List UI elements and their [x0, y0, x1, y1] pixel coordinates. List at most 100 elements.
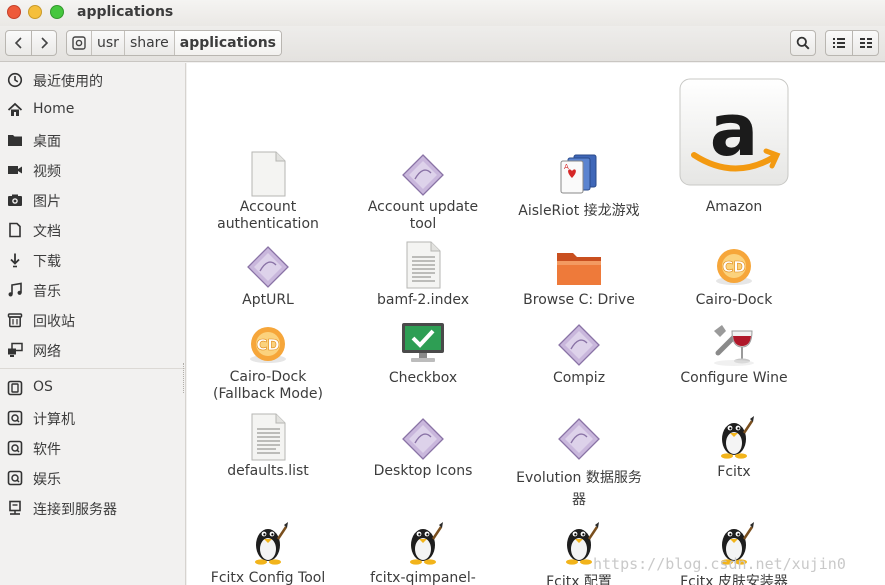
sidebar-item-computer[interactable]: 计算机: [0, 405, 185, 431]
file-label: Fcitx 配置: [546, 574, 612, 585]
sidebar-item-label: 视频: [33, 164, 61, 180]
file-item-cairo-dock-fallback[interactable]: CD Cairo-Dock (Fallback Mode): [193, 321, 343, 405]
server-icon: [7, 500, 23, 516]
file-item-cairo-dock[interactable]: CD Cairo-Dock: [659, 243, 809, 311]
file-label: defaults.list: [227, 463, 309, 479]
file-label: bamf-2.index: [377, 292, 469, 308]
file-item-configure-wine[interactable]: Configure Wine: [659, 319, 809, 387]
chevron-right-icon: [41, 37, 49, 49]
grid-view-button[interactable]: [852, 31, 878, 55]
file-label: Fcitx 皮肤安装器: [680, 574, 788, 585]
file-item-apturl[interactable]: AptURL: [193, 243, 343, 311]
diamond-app-icon: [504, 417, 654, 461]
sidebar-item-label: 桌面: [33, 134, 61, 150]
sidebar-item-label: 计算机: [33, 412, 75, 428]
file-label: Fcitx: [717, 464, 751, 480]
sidebar-item-downloads[interactable]: 下载: [0, 247, 185, 273]
orange-folder-icon: [504, 247, 654, 287]
window-minimize-button[interactable]: [28, 5, 42, 19]
sidebar-item-recent[interactable]: 最近使用的: [0, 67, 185, 93]
file-item-fcitx[interactable]: Fcitx: [659, 413, 809, 481]
sidebar-item-label: OS: [33, 379, 53, 395]
toolbar: usr share applications: [0, 26, 885, 62]
folder-icon: [7, 132, 23, 148]
file-item-desktop-icons[interactable]: Desktop Icons: [348, 415, 498, 483]
sidebar-item-connect-server[interactable]: 连接到服务器: [0, 495, 185, 521]
sidebar-item-os[interactable]: OS: [0, 375, 185, 401]
breadcrumb: usr share applications: [66, 30, 282, 56]
breadcrumb-share[interactable]: share: [123, 31, 174, 55]
sidebar-item-label: 最近使用的: [33, 74, 103, 90]
sidebar-item-music[interactable]: 音乐: [0, 277, 185, 303]
window-close-button[interactable]: [7, 5, 21, 19]
penguin-icon: [659, 413, 809, 461]
sidebar-item-label: 文档: [33, 224, 61, 240]
file-item-evolution-data-server[interactable]: Evolution 数据服务器: [504, 415, 654, 508]
file-label: Evolution 数据服务器: [516, 470, 642, 508]
sidebar-item-entertainment[interactable]: 娱乐: [0, 465, 185, 491]
trash-icon: [7, 312, 23, 328]
sidebar-item-videos[interactable]: 视频: [0, 157, 185, 183]
window-maximize-button[interactable]: [50, 5, 64, 19]
search-button[interactable]: [790, 30, 816, 56]
file-label: AptURL: [242, 292, 294, 308]
video-icon: [7, 162, 23, 178]
svg-text:A: A: [564, 163, 569, 171]
svg-text:CD: CD: [256, 336, 279, 354]
file-label: Desktop Icons: [373, 463, 473, 479]
file-item-account-authentication[interactable]: Account authentication: [193, 151, 343, 235]
file-label: Account authentication: [217, 199, 319, 232]
back-button[interactable]: [6, 31, 31, 55]
file-item-fcitx-config-tool[interactable]: Fcitx Config Tool: [193, 519, 343, 585]
file-item-browse-c-drive[interactable]: Browse C: Drive: [504, 247, 654, 315]
text-file-icon: [348, 241, 498, 289]
breadcrumb-root[interactable]: [67, 31, 91, 55]
svg-text:a: a: [710, 88, 759, 172]
sidebar-item-pictures[interactable]: 图片: [0, 187, 185, 213]
file-item-account-update-tool[interactable]: Account update tool: [348, 151, 498, 235]
list-icon: [833, 38, 845, 48]
sidebar-item-desktop[interactable]: 桌面: [0, 127, 185, 153]
grid-icon: [859, 38, 872, 48]
sidebar-item-label: Home: [33, 101, 75, 117]
sidebar-item-software[interactable]: 软件: [0, 435, 185, 461]
download-icon: [7, 252, 23, 268]
diamond-app-icon: [504, 323, 654, 367]
file-item-checkbox[interactable]: Checkbox: [348, 319, 498, 387]
sidebar-item-label: 娱乐: [33, 472, 61, 488]
wine-icon: [659, 321, 809, 367]
file-item-fcitx-skin-installer[interactable]: Fcitx 皮肤安装器: [659, 519, 809, 585]
file-item-amazon[interactable]: a Amazon: [659, 77, 809, 237]
drive-icon: [7, 410, 23, 426]
document-icon: [7, 222, 23, 238]
file-item-fcitx-qimpanel[interactable]: fcitx-qimpanel-: [348, 519, 498, 585]
sidebar-item-trash[interactable]: 回收站: [0, 307, 185, 333]
breadcrumb-usr[interactable]: usr: [91, 31, 124, 55]
sidebar-item-documents[interactable]: 文档: [0, 217, 185, 243]
file-item-aisleriot[interactable]: A AisleRiot 接龙游戏: [504, 151, 654, 235]
sidebar-item-label: 回收站: [33, 314, 75, 330]
file-grid: Account authentication Account update tool…: [187, 63, 885, 585]
sidebar-item-network[interactable]: 网络: [0, 337, 185, 363]
sidebar-item-label: 软件: [33, 442, 61, 458]
amazon-icon: a: [659, 77, 809, 189]
drive-icon: [72, 36, 86, 50]
blank-file-icon: [193, 151, 343, 197]
drive-icon: [7, 470, 23, 486]
sidebar-item-home[interactable]: Home: [0, 97, 185, 123]
file-label: Compiz: [552, 370, 606, 386]
file-label: Account update tool: [367, 199, 479, 232]
file-item-fcitx-config[interactable]: Fcitx 配置: [504, 519, 654, 585]
file-item-defaults-list[interactable]: defaults.list: [193, 413, 343, 481]
diamond-app-icon: [348, 417, 498, 461]
file-label: AisleRiot 接龙游戏: [518, 203, 640, 219]
list-view-button[interactable]: [826, 31, 852, 55]
search-icon: [796, 36, 810, 50]
file-item-compiz[interactable]: Compiz: [504, 321, 654, 389]
file-item-bamf-index[interactable]: bamf-2.index: [348, 241, 498, 309]
forward-button[interactable]: [31, 31, 56, 55]
cairo-dock-icon: CD: [659, 243, 809, 289]
file-label: Cairo-Dock (Fallback Mode): [213, 369, 323, 402]
breadcrumb-applications[interactable]: applications: [173, 31, 281, 55]
camera-icon: [7, 192, 23, 208]
